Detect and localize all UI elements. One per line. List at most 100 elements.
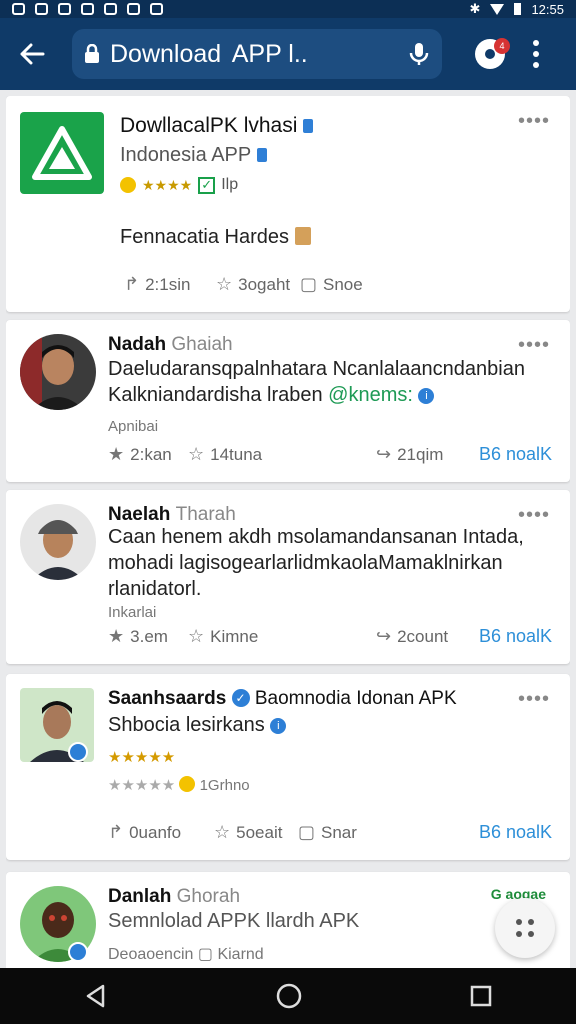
settings-button[interactable]: 4 xyxy=(468,32,512,76)
verified-badge-icon xyxy=(68,742,88,762)
app-title[interactable]: DowllacalPK lvhasi xyxy=(120,114,314,138)
share-icon: ↪ xyxy=(376,444,392,464)
more-options-icon[interactable]: •••• xyxy=(518,334,550,357)
triangle-logo-icon xyxy=(32,126,92,180)
battery-icon xyxy=(514,3,522,15)
post-author[interactable]: Nadah Ghaiah xyxy=(108,334,233,356)
home-circle-icon[interactable] xyxy=(275,982,303,1010)
app-description: Fennacatia Hardes xyxy=(120,226,311,249)
share-button[interactable]: ↱ 2:1sin xyxy=(124,274,190,295)
mention-link[interactable]: @knems: xyxy=(328,384,413,406)
dot-icon xyxy=(516,931,522,937)
star-icon: ★ xyxy=(108,444,125,464)
lock-icon xyxy=(85,44,99,63)
post-text: Shbocia lesirkans i xyxy=(108,712,287,738)
status-icons-right: ✱ 12:55 xyxy=(470,1,564,17)
arrow-left-icon xyxy=(20,43,45,65)
back-button[interactable] xyxy=(10,32,54,76)
action-bar: ↱ 0uanfo ☆ 5oeait ▢ Snar B6 noalK xyxy=(6,822,570,852)
microphone-icon[interactable] xyxy=(408,41,430,67)
avatar[interactable] xyxy=(20,504,96,580)
person-avatar-icon xyxy=(20,334,96,410)
post-meta: Apnibai xyxy=(108,418,159,435)
download-link[interactable]: B6 noalK xyxy=(479,444,552,465)
like-button[interactable]: ★ 3.em xyxy=(108,626,168,647)
app-logo[interactable] xyxy=(20,112,104,194)
post-author[interactable]: Danlah Ghorah xyxy=(108,886,240,908)
download-link[interactable]: B6 noalK xyxy=(479,626,552,647)
action-bar: ★ 2:kan ☆ 14tuna ↪ 21qim B6 noalK xyxy=(6,444,570,474)
share-button[interactable]: ↪ 21qim xyxy=(376,444,443,465)
favorite-button[interactable]: ☆ 3ogaht xyxy=(216,274,290,295)
rating-label: Ilp xyxy=(221,176,239,193)
star-rating: ★★★★★ xyxy=(108,749,176,766)
search-bar[interactable]: Download APP l.. xyxy=(72,29,442,79)
feed[interactable]: DowllacalPK lvhasi Indonesia APP ★★★★ ✓ … xyxy=(6,96,570,968)
post-card[interactable]: Nadah Ghaiah Daeludaransqpalnhatara Ncan… xyxy=(6,320,570,482)
notification-icon xyxy=(35,3,48,15)
rating-row: ★★★★★ 1Grhno xyxy=(108,776,250,794)
save-button[interactable]: ▢ Snoe xyxy=(300,274,363,295)
forward-icon: ↱ xyxy=(108,822,124,842)
bluetooth-icon: ✱ xyxy=(469,1,481,16)
dot-icon xyxy=(528,931,534,937)
back-triangle-icon[interactable] xyxy=(83,983,109,1009)
dot-icon xyxy=(528,919,534,925)
verified-icon xyxy=(303,119,314,133)
more-options-icon[interactable]: •••• xyxy=(518,110,550,133)
system-nav-bar xyxy=(0,968,576,1024)
post-text: Caan henem akdh msolamandansanan Intada, xyxy=(108,526,524,548)
bookmark-icon: ▢ xyxy=(197,946,213,963)
more-options-icon[interactable]: •••• xyxy=(518,688,550,711)
forward-icon: ↱ xyxy=(124,274,140,294)
share-button[interactable]: ↱ 0uanfo xyxy=(108,822,181,843)
star-outline-icon: ☆ xyxy=(188,444,205,464)
favorite-button[interactable]: ☆ Kimne xyxy=(188,626,258,647)
url-text[interactable]: Download APP l.. xyxy=(110,40,408,69)
dot-icon xyxy=(516,919,522,925)
share-button[interactable]: ↪ 2count xyxy=(376,626,448,647)
post-card[interactable]: Naelah Tharah Caan henem akdh msolamanda… xyxy=(6,490,570,664)
avatar[interactable] xyxy=(20,334,96,410)
more-options-icon[interactable]: •••• xyxy=(518,504,550,527)
app-subtitle: Indonesia APP xyxy=(120,144,268,167)
like-button[interactable]: ★ 2:kan xyxy=(108,444,172,465)
info-icon[interactable]: i xyxy=(418,388,435,404)
star-outline-icon: ☆ xyxy=(214,822,231,842)
overflow-menu-button[interactable] xyxy=(526,32,546,76)
app-card[interactable]: DowllacalPK lvhasi Indonesia APP ★★★★ ✓ … xyxy=(6,96,570,312)
notification-icon xyxy=(58,3,71,15)
action-bar: ↱ 2:1sin ☆ 3ogaht ▢ Snoe xyxy=(6,274,570,304)
app-bar: Download APP l.. 4 xyxy=(0,18,576,90)
verified-badge-icon xyxy=(68,942,88,962)
dot-icon xyxy=(533,62,539,68)
post-card[interactable]: Saanhsaards ✓ Baomnodia Idonan APK Shboc… xyxy=(6,674,570,860)
recents-square-icon[interactable] xyxy=(469,984,493,1008)
save-button[interactable]: ▢ Snar xyxy=(298,822,357,843)
post-text: Kalkniandardisha lraben @knems: i xyxy=(108,382,435,408)
person-avatar-icon xyxy=(20,504,96,580)
status-icons-left xyxy=(12,3,163,15)
star-outline-icon: ☆ xyxy=(188,626,205,646)
post-card[interactable]: Danlah Ghorah Semnlolad APPK llardh APK … xyxy=(6,872,570,968)
notification-badge: 4 xyxy=(494,38,510,54)
info-icon[interactable]: i xyxy=(270,718,287,734)
bookmark-icon: ▢ xyxy=(300,274,318,294)
star-rating: ★★★★ xyxy=(142,176,193,193)
checkbox-icon[interactable]: ✓ xyxy=(198,176,216,194)
action-bar: ★ 3.em ☆ Kimne ↪ 2count B6 noalK xyxy=(6,626,570,656)
clock: 12:55 xyxy=(531,1,564,17)
post-meta: Inkarlai xyxy=(108,604,157,621)
post-author[interactable]: Naelah Tharah xyxy=(108,504,236,526)
grid-dots-icon xyxy=(516,919,534,937)
favorite-button[interactable]: ☆ 5oeait xyxy=(214,822,282,843)
emoji-icon xyxy=(179,776,196,792)
favorite-button[interactable]: ☆ 14tuna xyxy=(188,444,262,465)
share-icon: ↪ xyxy=(376,626,392,646)
rating-row: ★★★★ ✓ Ilp xyxy=(120,176,238,194)
download-link[interactable]: B6 noalK xyxy=(479,822,552,843)
dot-icon xyxy=(533,40,539,46)
verified-icon: ✓ xyxy=(231,689,250,707)
post-author[interactable]: Saanhsaards ✓ Baomnodia Idonan APK xyxy=(108,688,457,710)
floating-action-button[interactable] xyxy=(495,898,555,958)
